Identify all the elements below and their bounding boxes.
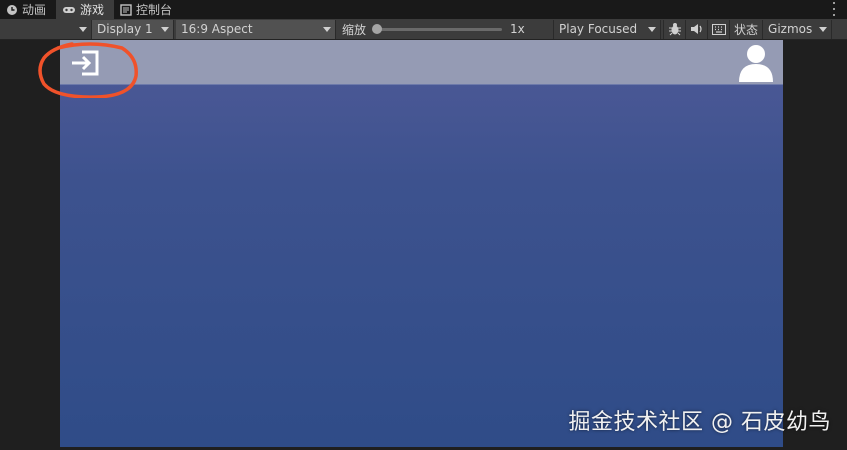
zoom-value: 1x — [510, 22, 525, 36]
watermark-text: 掘金技术社区 @ 石皮幼鸟 — [568, 410, 831, 435]
zoom-slider[interactable] — [372, 23, 503, 34]
chevron-down-icon — [161, 26, 169, 32]
game-view[interactable] — [60, 40, 783, 447]
stats-button[interactable]: 状态 — [729, 19, 762, 39]
chevron-down-icon — [323, 26, 331, 32]
console-icon — [120, 3, 132, 16]
tab-console[interactable]: 控制台 — [114, 0, 182, 19]
debug-button[interactable] — [663, 19, 685, 39]
editor-tab-bar: 动画 游戏 控制台 — [0, 0, 847, 19]
login-button[interactable] — [70, 49, 100, 77]
user-avatar-icon — [739, 45, 773, 82]
aspect-dropdown[interactable]: 16:9 Aspect — [176, 19, 336, 39]
tab-label: 游戏 — [80, 3, 105, 17]
tab-animation[interactable]: 动画 — [0, 0, 56, 19]
user-avatar-button[interactable] — [739, 44, 773, 82]
more-options-icon[interactable] — [831, 2, 837, 16]
display-dropdown-label: Display 1 — [97, 22, 153, 36]
game-view-dropdown[interactable] — [0, 19, 92, 39]
tab-label: 控制台 — [136, 3, 173, 17]
zoom-label: 缩放 — [342, 22, 367, 37]
stats-label: 状态 — [734, 22, 759, 37]
bug-icon — [668, 23, 681, 36]
aspect-dropdown-label: 16:9 Aspect — [181, 22, 253, 36]
login-icon — [72, 50, 99, 76]
keyboard-shortcuts-button[interactable] — [707, 19, 729, 39]
keyboard-icon — [711, 23, 726, 35]
zoom-control: 缩放 1x — [338, 20, 551, 39]
gamepad-icon — [63, 6, 76, 13]
chevron-down-icon — [819, 26, 828, 32]
gizmos-label: Gizmos — [768, 22, 813, 36]
chevron-down-icon — [79, 26, 87, 32]
tab-label: 动画 — [22, 3, 47, 17]
mute-audio-button[interactable] — [685, 19, 707, 39]
gizmos-dropdown[interactable]: Gizmos — [762, 19, 833, 39]
zoom-slider-thumb[interactable] — [372, 23, 383, 34]
display-dropdown[interactable]: Display 1 — [92, 19, 174, 39]
tab-game[interactable]: 游戏 — [56, 0, 115, 19]
play-mode-label: Play Focused — [559, 22, 638, 36]
play-mode-dropdown[interactable]: Play Focused — [553, 19, 661, 39]
speaker-icon — [690, 24, 702, 34]
game-header-bar — [60, 40, 783, 85]
game-toolbar: Display 1 16:9 Aspect 缩放 1x Play Focused — [0, 19, 847, 40]
chevron-down-icon — [648, 26, 656, 32]
clock-icon — [7, 4, 17, 15]
